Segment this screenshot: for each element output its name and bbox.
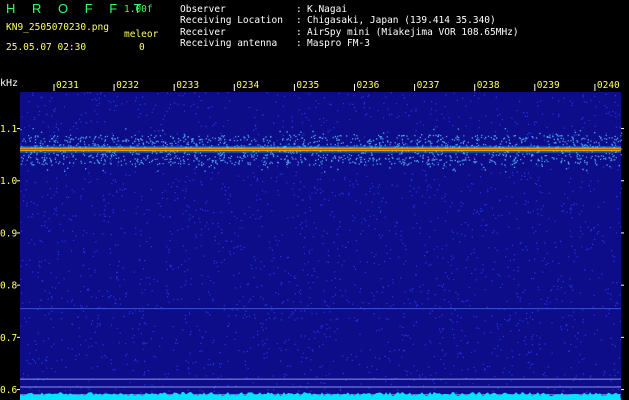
x-tick-label: 0234: [236, 80, 259, 91]
location-label: Receiving Location: [180, 15, 283, 26]
x-tick-label: 0233: [176, 80, 199, 91]
timestamp: 25.05.07 02:30: [6, 42, 87, 53]
x-tick-label: 0232: [116, 80, 139, 91]
y-tick-label: 1.1: [0, 124, 17, 135]
spectrogram-panel: kHz 1.1 1.0 0.9 0.8 0.7 0.6 0231 0232 0233 0234 023…: [0, 78, 629, 400]
location-value: Chigasaki, Japan (139.414 35.340): [307, 15, 496, 26]
x-tick-label: 0237: [417, 80, 440, 91]
file-name: KN9_2505070230.png: [6, 22, 109, 33]
y-tick-label: 0.6: [0, 385, 17, 396]
version-label: 1.00f: [124, 4, 153, 15]
y-tick-label: 1.0: [0, 176, 17, 187]
receiver-value: AirSpy mini (Miakejima VOR 108.65MHz): [307, 27, 519, 38]
meleor-count: 0: [139, 42, 145, 53]
observer-value: K.Nagai: [307, 4, 348, 15]
y-tick-label: 0.8: [0, 281, 17, 292]
antenna-label: Receiving antenna: [180, 38, 278, 49]
y-tick-label: 0.7: [0, 333, 17, 344]
location-colon: :: [296, 15, 302, 26]
y-axis-label: kHz: [0, 78, 18, 89]
observer-label: Observer: [180, 4, 226, 15]
antenna-colon: :: [296, 38, 302, 49]
receiver-label: Receiver: [180, 27, 226, 38]
x-tick-label: 0240: [597, 80, 620, 91]
x-tick-label: 0238: [477, 80, 500, 91]
antenna-value: Maspro FM-3: [307, 38, 370, 49]
meleor-label: meleor: [124, 29, 159, 40]
receiver-colon: :: [296, 27, 302, 38]
header-panel: H R O F F T 1.00f KN9_2505070230.png mel…: [0, 0, 629, 78]
x-tick-label: 0236: [357, 80, 380, 91]
y-tick-label: 0.9: [0, 228, 17, 239]
x-tick-label: 0235: [296, 80, 319, 91]
spectrogram: kHz 1.1 1.0 0.9 0.8 0.7 0.6 0231 0232 0233 0234 023…: [0, 78, 624, 400]
x-tick-label: 0239: [537, 80, 560, 91]
observer-colon: :: [296, 4, 302, 15]
x-tick-label: 0231: [56, 80, 79, 91]
